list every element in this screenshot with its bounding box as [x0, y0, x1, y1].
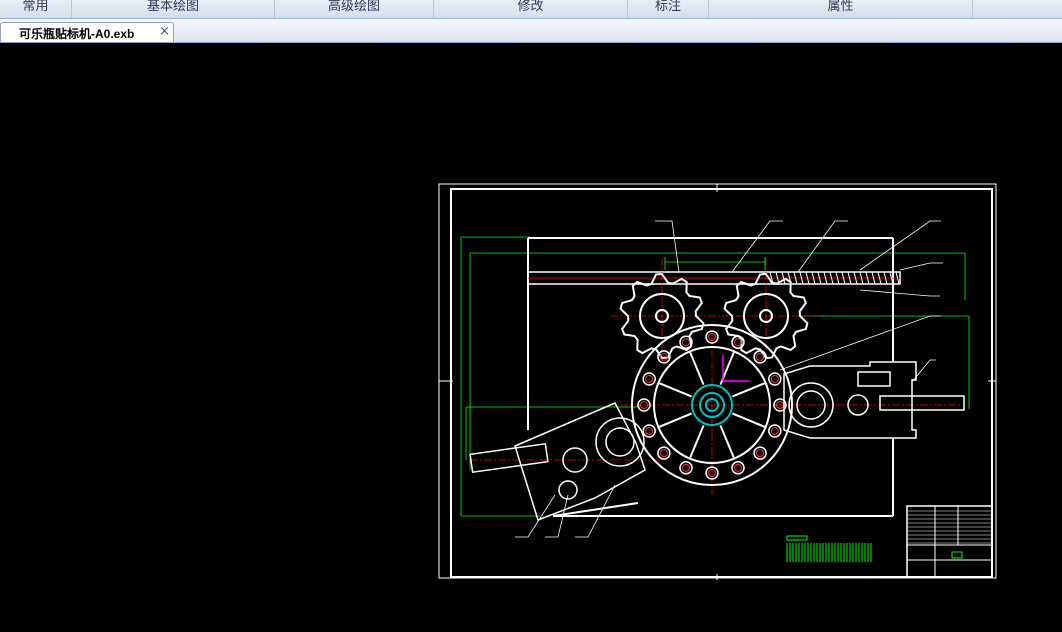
center-lines — [470, 258, 960, 495]
title-block-rows — [907, 510, 992, 544]
spoke — [658, 412, 693, 428]
document-tab[interactable]: 可乐瓶贴标机-A0.exb × — [0, 22, 174, 42]
document-tab-bar: 可乐瓶贴标机-A0.exb × — [0, 19, 1062, 43]
bottle-holder — [679, 461, 693, 475]
left-feed-assembly — [469, 402, 646, 521]
bottle-mark — [734, 338, 742, 347]
spoke — [658, 382, 693, 398]
drawing-canvas[interactable] — [0, 43, 1062, 632]
ribbon-tab-basic-draw[interactable]: 基本绘图 — [72, 0, 275, 18]
bottle-mark — [645, 375, 654, 383]
bottle-mark — [682, 338, 690, 347]
ribbon-tab-common[interactable]: 常用 — [0, 0, 72, 18]
bottle-holder — [753, 446, 767, 460]
ribbon-filler — [973, 0, 1062, 18]
close-icon[interactable]: × — [159, 24, 170, 39]
bottle-mark — [756, 449, 765, 458]
bottle-holder — [642, 424, 656, 438]
bottle-mark — [734, 463, 742, 472]
technical-notes — [786, 535, 872, 562]
spoke — [689, 424, 705, 459]
spoke — [719, 424, 735, 459]
bottle-mark — [645, 427, 654, 435]
ribbon-tab-properties[interactable]: 属性 — [709, 0, 973, 18]
bottle-mark — [770, 375, 779, 383]
title-block — [906, 505, 993, 578]
bottle-mark — [659, 449, 668, 458]
ribbon-tab-annotate[interactable]: 标注 — [628, 0, 709, 18]
ribbon-tab-advanced-draw[interactable]: 高级绘图 — [275, 0, 434, 18]
part-leaders — [515, 220, 943, 538]
spoke — [689, 351, 705, 386]
spoke — [731, 382, 766, 398]
cad-drawing — [438, 183, 997, 580]
document-tab-label: 可乐瓶贴标机-A0.exb — [19, 27, 135, 41]
ribbon-tab-modify[interactable]: 修改 — [434, 0, 628, 18]
bottle-mark — [682, 463, 690, 472]
ribbon-tab-bar: 常用 基本绘图 高级绘图 修改 标注 属性 — [0, 0, 1062, 19]
bottle-holder — [642, 372, 656, 386]
right-infeed-assembly — [783, 361, 965, 439]
bottle-holder — [768, 372, 782, 386]
spoke — [731, 412, 766, 428]
bottle-holder — [657, 446, 671, 460]
bottle-mark — [756, 352, 765, 361]
bottle-holder — [731, 461, 745, 475]
bottle-holder — [768, 424, 782, 438]
bottle-mark — [770, 427, 779, 435]
